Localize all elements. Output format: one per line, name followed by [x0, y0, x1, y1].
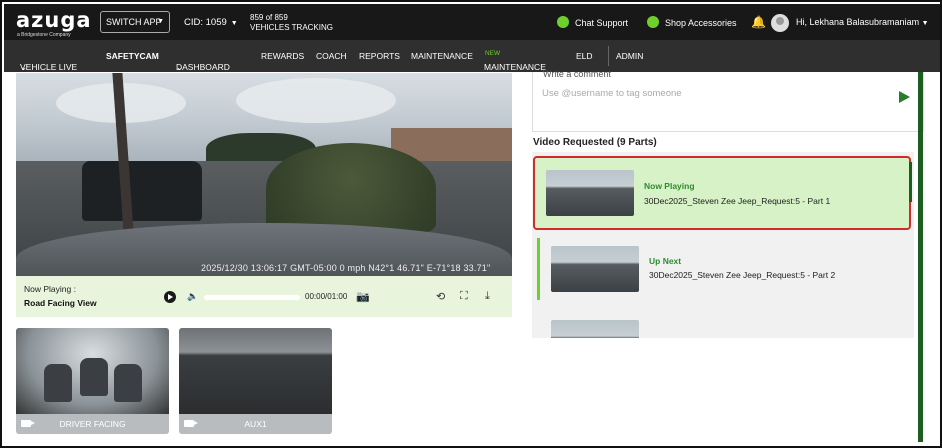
chevron-down-icon: ⌄: [20, 62, 28, 72]
list-item[interactable]: Up Next 30Dec2025_Steven Zee Jeep_Reques…: [537, 238, 906, 300]
video-requested-title: Video Requested (9 Parts): [533, 137, 657, 148]
video-truck: [82, 161, 202, 221]
nav-label: DASHBOARD: [176, 62, 230, 72]
seat: [114, 364, 142, 402]
player-controls: Now Playing : Road Facing View 🔈 00:00/0…: [16, 276, 512, 317]
chat-support-link[interactable]: Chat Support: [557, 16, 628, 28]
video-thumbnail: [546, 170, 634, 216]
shop-accessories-label: Shop Accessories: [665, 18, 737, 28]
shop-icon: [647, 16, 659, 28]
requested-video-list: Now Playing 30Dec2025_Steven Zee Jeep_Re…: [532, 152, 914, 338]
chevron-down-icon: ▼: [157, 18, 164, 25]
aux1-image: [179, 328, 332, 414]
switch-app-button[interactable]: SWITCH APP ▼: [100, 11, 170, 33]
camera-thumb-aux1[interactable]: AUX1: [179, 328, 332, 434]
vehicles-tracking: 859 of 859 VEHICLES TRACKING: [250, 13, 333, 33]
camera-thumb-driver[interactable]: DRIVER FACING: [16, 328, 169, 434]
chat-icon: [557, 16, 569, 28]
snapshot-icon[interactable]: 📷: [356, 290, 370, 303]
chevron-down-icon: ⌄: [176, 62, 184, 72]
seat: [44, 364, 72, 402]
comment-box: Write a comment Use @username to tag som…: [532, 69, 924, 132]
nav-label: MAINTENANCE: [484, 62, 546, 72]
new-badge: NEW: [485, 50, 501, 57]
nav-rewards[interactable]: REWARDS: [261, 51, 304, 61]
chevron-down-icon: ▼: [921, 20, 929, 27]
video-overlay-text: 2025/12/30 13:06:17 GMT-05:00 0 mph N42°…: [201, 263, 491, 273]
vehicles-label: VEHICLES TRACKING: [250, 23, 333, 32]
driver-facing-image: [16, 328, 169, 414]
video-camera-icon: [21, 420, 35, 427]
item-status: Now Playing: [644, 181, 695, 191]
camera-label: DRIVER FACING: [16, 414, 169, 434]
main-nav: VEHICLE LIVE ⌄ SAFETYCAM DASHBOARD ⌄ REW…: [4, 40, 940, 72]
logo-subtitle: a Bridgestone Company: [17, 32, 71, 38]
nav-maintenance-new[interactable]: MAINTENANCE NEW: [484, 50, 546, 72]
video-bush: [266, 143, 436, 233]
list-item[interactable]: [540, 312, 906, 338]
vehicles-count: 859 of 859: [250, 13, 288, 22]
chevron-down-icon: ▼: [230, 20, 238, 27]
video-thumbnail: [551, 246, 639, 292]
item-status: Up Next: [649, 256, 682, 266]
video-thumbnail: [551, 320, 639, 338]
video-camera-icon: [184, 420, 198, 427]
nav-coach[interactable]: COACH: [316, 51, 347, 61]
list-item[interactable]: Now Playing 30Dec2025_Steven Zee Jeep_Re…: [533, 156, 912, 230]
nav-maintenance[interactable]: MAINTENANCE: [411, 51, 473, 61]
avatar[interactable]: [771, 14, 789, 32]
download-icon[interactable]: ⤓: [485, 290, 490, 303]
item-name: 30Dec2025_Steven Zee Jeep_Request:5 - Pa…: [649, 270, 836, 280]
cid-selector[interactable]: CID: 1059 ▼: [184, 17, 238, 28]
list-scroll-thumb[interactable]: [909, 162, 912, 202]
camera-label: AUX1: [179, 414, 332, 434]
top-bar: azuga a Bridgestone Company SWITCH APP ▼ …: [4, 4, 940, 40]
cid-label: CID: 1059: [184, 17, 227, 28]
playback-time: 00:00/01:00: [305, 292, 348, 301]
azuga-logo[interactable]: azuga: [16, 8, 92, 32]
volume-icon[interactable]: 🔈: [187, 291, 198, 302]
nav-divider: [608, 46, 609, 66]
nav-safetycam[interactable]: SAFETYCAM: [106, 51, 159, 61]
seat: [80, 358, 108, 396]
play-icon[interactable]: [164, 291, 176, 303]
progress-track[interactable]: [204, 295, 300, 300]
shop-accessories-link[interactable]: Shop Accessories: [647, 16, 737, 28]
comment-input[interactable]: Use @username to tag someone: [542, 88, 682, 99]
chat-support-label: Chat Support: [575, 18, 629, 28]
user-greeting: Hi, Lekhana Balasubramaniam: [796, 17, 920, 27]
video-player-frame[interactable]: 2025/12/30 13:06:17 GMT-05:00 0 mph N42°…: [16, 73, 512, 276]
view-name: Road Facing View: [24, 298, 97, 308]
nav-eld[interactable]: ELD: [576, 51, 593, 61]
switch-camera-icon[interactable]: ⟲: [436, 290, 445, 303]
nav-admin[interactable]: ADMIN: [616, 51, 643, 61]
video-cloud: [236, 78, 396, 123]
item-accent-bar: [537, 238, 540, 300]
send-icon[interactable]: [899, 91, 910, 103]
nav-label: VEHICLE LIVE: [20, 62, 78, 72]
item-name: 30Dec2025_Steven Zee Jeep_Request:5 - Pa…: [644, 196, 831, 206]
comment-title: Write a comment: [543, 69, 611, 79]
bell-icon[interactable]: 🔔: [751, 15, 766, 29]
app-window: azuga a Bridgestone Company SWITCH APP ▼ …: [0, 0, 942, 448]
switch-app-label: SWITCH APP: [106, 17, 162, 27]
fullscreen-icon[interactable]: ⛶: [460, 290, 468, 303]
now-playing-label: Now Playing :: [24, 284, 76, 294]
nav-reports[interactable]: REPORTS: [359, 51, 400, 61]
panel-scrollbar[interactable]: [918, 72, 923, 442]
user-menu[interactable]: Hi, Lekhana Balasubramaniam ▼: [796, 17, 929, 27]
